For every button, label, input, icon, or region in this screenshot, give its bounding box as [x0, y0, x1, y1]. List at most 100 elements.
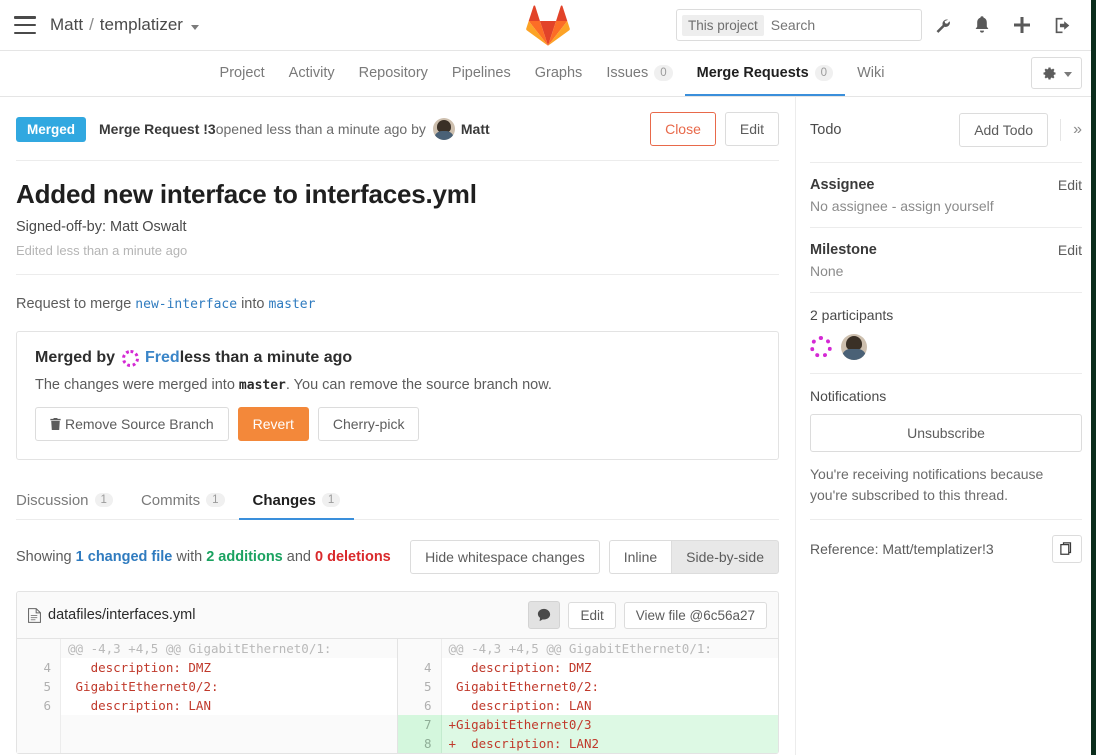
tab-label: Wiki: [857, 64, 885, 81]
diff-side-new: @@ -4,3 +4,5 @@ GigabitEthernet0/1: 4 de…: [397, 639, 779, 753]
merged-widget: Merged by Fred less than a minute ago Th…: [16, 331, 779, 460]
project-breadcrumb[interactable]: Matt / templatizer: [50, 15, 199, 35]
side-by-side-view-button[interactable]: Side-by-side: [671, 540, 779, 574]
close-button[interactable]: Close: [650, 112, 716, 146]
diff-line-code: description: DMZ: [448, 660, 592, 675]
tab-graphs[interactable]: Graphs: [523, 51, 595, 96]
inline-view-button[interactable]: Inline: [608, 540, 672, 574]
merge-request-opened-text: opened less than a minute ago by: [215, 121, 426, 137]
showing-with: with: [172, 549, 207, 565]
merger-name[interactable]: Fred: [145, 349, 180, 367]
edit-button[interactable]: Edit: [724, 112, 779, 146]
source-branch-link[interactable]: new-interface: [135, 297, 237, 312]
tab-label: Graphs: [534, 64, 583, 81]
tab-activity[interactable]: Activity: [277, 51, 347, 96]
sidebar-todo-row: Todo Add Todo »: [810, 97, 1082, 163]
diff-line-code: GigabitEthernet0/2:: [68, 679, 219, 694]
desktop-edge-strip: [1091, 0, 1096, 755]
breadcrumb-separator: /: [89, 15, 94, 34]
search-box[interactable]: This project: [676, 9, 954, 41]
gitlab-logo[interactable]: [526, 4, 570, 46]
diff-line-number[interactable]: 7: [397, 715, 442, 734]
milestone-edit-button[interactable]: Edit: [1058, 242, 1082, 258]
hamburger-icon[interactable]: [14, 16, 36, 34]
diff-line-number[interactable]: 6: [397, 696, 442, 715]
tab-commits[interactable]: Commits 1: [127, 482, 239, 520]
notifications-help-text: You're receiving notifications because y…: [810, 466, 1044, 503]
page-title: Added new interface to interfaces.yml: [16, 179, 477, 209]
diff-line-code: @@ -4,3 +4,5 @@ GigabitEthernet0/1:: [61, 639, 397, 658]
diff-row-empty: [17, 715, 397, 734]
diff-line-number[interactable]: 8: [397, 734, 442, 753]
diff-line-number[interactable]: 6: [17, 696, 61, 715]
diff-line-number[interactable]: 4: [17, 658, 61, 677]
merged-time: less than a minute ago: [179, 349, 353, 366]
assignee-value[interactable]: No assignee - assign yourself: [810, 198, 1082, 214]
tab-wiki[interactable]: Wiki: [845, 51, 896, 96]
cherry-pick-button[interactable]: Cherry-pick: [317, 407, 420, 441]
wrench-icon[interactable]: [922, 5, 962, 45]
changed-files-count[interactable]: 1 changed file: [76, 549, 173, 565]
copy-icon[interactable]: [1052, 535, 1082, 563]
project-settings-dropdown[interactable]: [1031, 57, 1082, 89]
unsubscribe-button[interactable]: Unsubscribe: [810, 414, 1082, 452]
hide-whitespace-button[interactable]: Hide whitespace changes: [410, 540, 600, 574]
sign-out-icon[interactable]: [1042, 5, 1082, 45]
tab-changes[interactable]: Changes 1: [238, 482, 355, 520]
tab-repository[interactable]: Repository: [347, 51, 440, 96]
search-scope-badge[interactable]: This project: [682, 14, 764, 36]
additions-count: 2 additions: [206, 549, 283, 565]
diff-line-code: description: DMZ: [68, 660, 211, 675]
milestone-header: Milestone Edit: [810, 242, 1082, 258]
diff-filename[interactable]: datafiles/interfaces.yml: [48, 607, 195, 623]
deletions-count: 0 deletions: [315, 549, 391, 565]
avatar[interactable]: [810, 336, 832, 358]
target-branch-link[interactable]: master: [268, 297, 315, 312]
changes-summary-row: Showing 1 changed file with 2 additions …: [16, 520, 779, 591]
tab-discussion[interactable]: Discussion 1: [16, 482, 127, 520]
revert-button[interactable]: Revert: [237, 407, 309, 441]
bell-icon[interactable]: [962, 5, 1002, 45]
trash-icon: [50, 418, 61, 430]
remove-source-branch-button[interactable]: Remove Source Branch: [35, 407, 229, 441]
diff-line-code: @@ -4,3 +4,5 @@ GigabitEthernet0/1:: [441, 639, 778, 658]
avatar: [122, 349, 140, 367]
tab-label: Repository: [358, 64, 428, 81]
tab-project[interactable]: Project: [208, 51, 277, 96]
diff-edit-button[interactable]: Edit: [568, 601, 616, 629]
diff-line-number[interactable]: 5: [17, 677, 61, 696]
view-file-button[interactable]: View file @6c56a27: [623, 601, 767, 629]
avatar[interactable]: [841, 334, 867, 360]
plus-icon[interactable]: [1002, 5, 1042, 45]
diff-file-title: datafiles/interfaces.yml: [28, 607, 195, 623]
top-navbar: Matt / templatizer This project: [0, 0, 1096, 51]
diff-line-code: [61, 734, 397, 753]
assignee-edit-button[interactable]: Edit: [1058, 177, 1082, 193]
diff-body: @@ -4,3 +4,5 @@ GigabitEthernet0/1: 4 de…: [17, 639, 778, 753]
comment-icon[interactable]: [528, 601, 561, 629]
tab-issues[interactable]: Issues 0: [594, 51, 684, 96]
participants-label[interactable]: 2 participants: [810, 307, 1082, 323]
navbar-right: This project: [676, 5, 1082, 45]
milestone-value: None: [810, 263, 844, 279]
add-todo-button[interactable]: Add Todo: [959, 113, 1049, 147]
project-nav-tabs: Project Activity Repository Pipelines Gr…: [0, 51, 1096, 97]
gitlab-merge-request-page: Matt / templatizer This project Search P…: [0, 0, 1096, 755]
diff-line-number: [17, 734, 61, 753]
tab-merge-requests[interactable]: Merge Requests 0: [684, 51, 846, 96]
merge-request-author[interactable]: Matt: [461, 121, 490, 137]
chevron-double-right-icon[interactable]: »: [1073, 121, 1082, 139]
diff-line-number[interactable]: 4: [397, 658, 442, 677]
merge-request-id: Merge Request !3: [99, 121, 216, 137]
chevron-down-icon[interactable]: [190, 24, 199, 30]
diff-row: 5 GigabitEthernet0/2:: [17, 677, 397, 696]
diff-line-code: + description: LAN2: [448, 736, 600, 751]
merged-by-prefix: Merged by: [35, 349, 116, 366]
tab-pipelines[interactable]: Pipelines: [440, 51, 523, 96]
merge-request-main: Merged Merge Request !3 opened less than…: [0, 97, 795, 755]
diff-row-addition: 7 +GigabitEthernet0/3: [397, 715, 778, 734]
tab-count-badge: 1: [206, 493, 225, 507]
showing-and: and: [282, 549, 315, 565]
diff-row: 4 description: DMZ: [397, 658, 779, 677]
diff-line-number[interactable]: 5: [397, 677, 442, 696]
